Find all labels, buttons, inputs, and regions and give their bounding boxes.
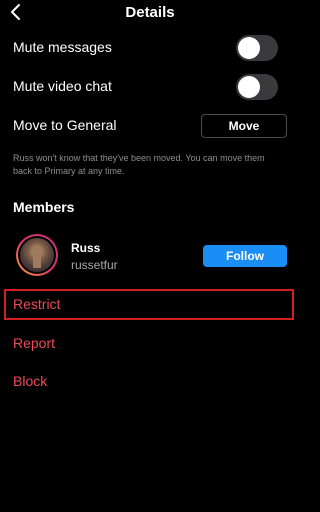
page-title: Details: [125, 4, 175, 21]
header-bar: Details: [0, 0, 300, 26]
member-username: russetfur: [71, 258, 118, 272]
mute-messages-row: Mute messages: [13, 33, 290, 63]
toggle-knob: [238, 37, 260, 59]
avatar-photo: [20, 238, 54, 272]
follow-button[interactable]: Follow: [203, 245, 287, 267]
mute-messages-toggle[interactable]: [236, 35, 278, 61]
restrict-button[interactable]: Restrict: [13, 296, 60, 312]
members-heading: Members: [13, 199, 75, 215]
block-button[interactable]: Block: [13, 373, 47, 389]
mute-messages-label: Mute messages: [13, 39, 112, 55]
move-info-text: Russ won't know that they've been moved.…: [13, 153, 265, 176]
toggle-knob: [238, 76, 260, 98]
move-to-general-row: Move to General Move: [13, 111, 290, 141]
mute-video-chat-row: Mute video chat: [13, 72, 290, 102]
avatar[interactable]: [16, 234, 58, 276]
mute-video-chat-label: Mute video chat: [13, 78, 112, 94]
move-to-general-label: Move to General: [13, 117, 117, 133]
mute-video-chat-toggle[interactable]: [236, 74, 278, 100]
report-button[interactable]: Report: [13, 335, 55, 351]
member-name[interactable]: Russ: [71, 241, 100, 255]
move-button[interactable]: Move: [201, 114, 287, 138]
member-row: Russ russetfur Follow: [16, 234, 290, 278]
